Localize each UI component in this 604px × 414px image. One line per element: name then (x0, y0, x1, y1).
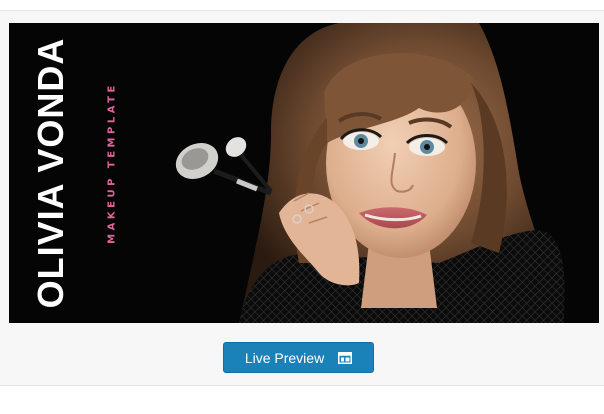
layout-icon (338, 351, 353, 364)
model-photo (9, 23, 599, 323)
brand-subtitle: MAKEUP TEMPLATE (106, 82, 118, 244)
template-preview-image[interactable]: OLIVIA VONDA MAKEUP TEMPLATE (9, 23, 599, 323)
live-preview-button[interactable]: Live Preview (223, 342, 374, 373)
template-card: OLIVIA VONDA MAKEUP TEMPLATE Live Previe… (0, 10, 604, 386)
live-preview-label: Live Preview (244, 349, 325, 366)
brand-title: OLIVIA VONDA (30, 37, 71, 309)
